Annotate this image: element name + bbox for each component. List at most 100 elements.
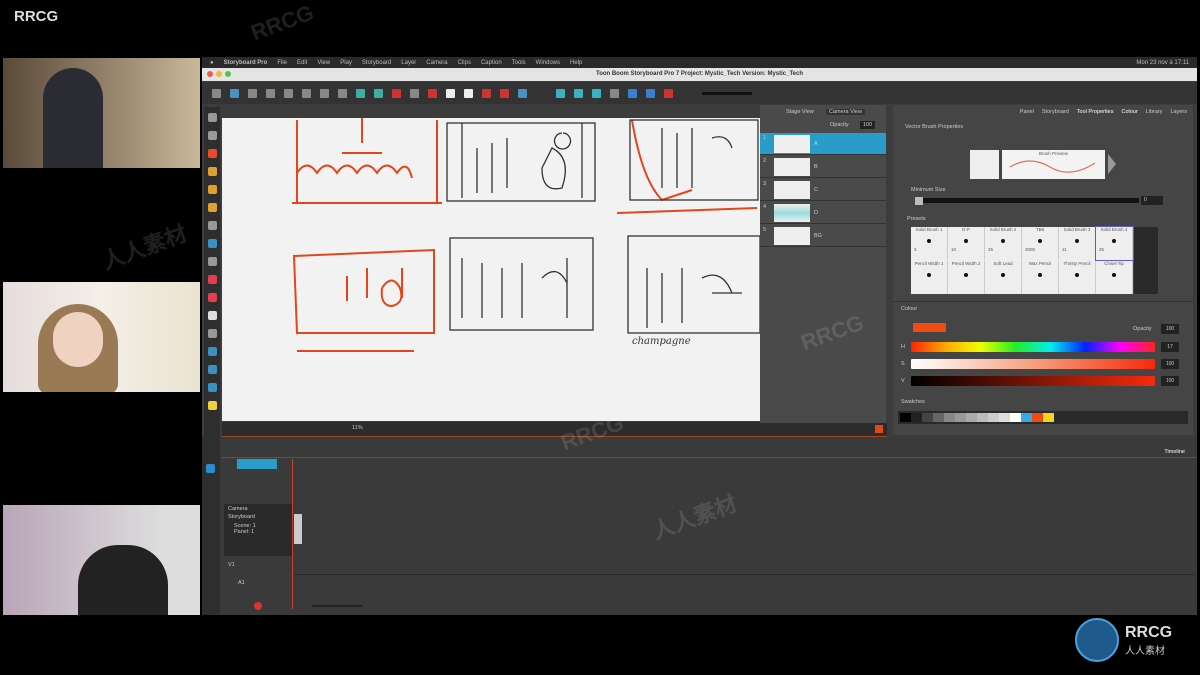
select-icon[interactable] <box>207 113 217 122</box>
camera-icon[interactable] <box>556 88 565 98</box>
pencil-icon[interactable] <box>207 167 217 176</box>
zoom-out-icon[interactable] <box>374 88 383 98</box>
record-icon[interactable] <box>392 88 401 98</box>
text-icon[interactable] <box>207 221 217 230</box>
layer-row[interactable]: 5 BG <box>760 225 886 247</box>
value-field[interactable]: 100 <box>1161 376 1179 386</box>
swatch[interactable] <box>922 413 933 422</box>
storyboard-icon[interactable] <box>206 464 215 473</box>
camera-tool-icon[interactable] <box>207 347 217 356</box>
tab-camera-view[interactable]: Camera View <box>826 109 865 115</box>
layout-icon[interactable] <box>338 88 347 98</box>
menu-help[interactable]: Help <box>570 60 582 66</box>
gear-icon[interactable] <box>410 88 419 98</box>
menu-windows[interactable]: Windows <box>536 60 560 66</box>
layout-icon[interactable] <box>284 88 293 98</box>
close-button[interactable] <box>207 71 213 77</box>
swatch[interactable] <box>988 413 999 422</box>
saturation-field[interactable]: 100 <box>1161 359 1179 369</box>
menu-file[interactable]: File <box>277 60 287 66</box>
swatch[interactable] <box>977 413 988 422</box>
scene-thumbnail[interactable] <box>237 459 277 469</box>
value-slider[interactable] <box>911 376 1155 386</box>
stage-view-canvas[interactable]: champagne <box>222 118 761 421</box>
playhead[interactable] <box>292 459 293 609</box>
layout-icon[interactable] <box>302 88 311 98</box>
preset-2[interactable]: Solid Brush 2 25 <box>985 227 1022 260</box>
panel-icon[interactable] <box>446 88 455 98</box>
dropper-icon[interactable] <box>207 293 217 302</box>
paint-icon[interactable] <box>207 203 217 212</box>
preset-10[interactable]: Thirsty Pencil <box>1059 261 1096 294</box>
transform-icon[interactable] <box>207 365 217 374</box>
shape-icon[interactable] <box>207 239 217 248</box>
swatch[interactable] <box>1032 413 1043 422</box>
menu-play[interactable]: Play <box>340 60 352 66</box>
panel-clip[interactable] <box>294 514 302 544</box>
swatch[interactable] <box>999 413 1010 422</box>
menu-layer[interactable]: Layer <box>401 60 416 66</box>
tab-panel[interactable]: Panel <box>1020 109 1034 115</box>
camera-icon[interactable] <box>574 88 583 98</box>
tab-library[interactable]: Library <box>1146 109 1163 115</box>
layer-row[interactable]: 3C <box>760 179 886 201</box>
menu-tools[interactable]: Tools <box>512 60 526 66</box>
preset-0[interactable]: Solid Brush 13 <box>911 227 948 260</box>
menu-view[interactable]: View <box>317 60 330 66</box>
swatch[interactable] <box>900 413 911 422</box>
swatch[interactable] <box>944 413 955 422</box>
layer-row[interactable]: 4D <box>760 202 886 224</box>
menu-edit[interactable]: Edit <box>297 60 307 66</box>
hand-icon[interactable] <box>207 311 217 320</box>
hue-field[interactable]: 17 <box>1161 342 1179 352</box>
hue-slider[interactable] <box>911 342 1155 352</box>
tab-tool-properties[interactable]: Tool Properties <box>1077 109 1114 115</box>
zoom-level[interactable]: 11% <box>352 425 363 431</box>
menu-app[interactable]: Storyboard Pro <box>224 60 268 66</box>
panel-icon[interactable] <box>464 88 473 98</box>
volume-slider[interactable] <box>702 91 752 95</box>
line-icon[interactable] <box>207 257 217 266</box>
track-camera[interactable]: Camera <box>224 504 292 514</box>
camera-icon[interactable] <box>592 88 601 98</box>
swatch[interactable] <box>955 413 966 422</box>
record-button[interactable] <box>254 602 262 610</box>
preset-9[interactable]: Wax Pencil <box>1022 261 1059 294</box>
contour-icon[interactable] <box>207 131 217 140</box>
preset-6[interactable]: Pencil Width 1 <box>911 261 948 294</box>
menu-clips[interactable]: Clips <box>458 60 471 66</box>
lightbulb-icon[interactable] <box>207 401 217 410</box>
presets-scrollbar[interactable] <box>1134 227 1158 294</box>
min-size-slider[interactable] <box>915 196 1139 205</box>
menu-storyboard[interactable]: Storyboard <box>362 60 391 66</box>
layout-icon[interactable] <box>320 88 329 98</box>
brush-icon[interactable] <box>207 149 217 158</box>
zoom-in-icon[interactable] <box>356 88 365 98</box>
brush-icon[interactable] <box>230 88 239 98</box>
swatch[interactable] <box>911 413 922 422</box>
preset-4[interactable]: Solid Brush 3 11 <box>1059 227 1096 260</box>
play-icon[interactable] <box>628 88 637 98</box>
tab-storyboard[interactable]: Storyboard <box>1042 109 1069 115</box>
sound-icon[interactable] <box>646 88 655 98</box>
saturation-slider[interactable] <box>911 359 1155 369</box>
layout-icon[interactable] <box>266 88 275 98</box>
tab-stage-view[interactable]: Stage View <box>786 109 814 115</box>
swatch[interactable] <box>933 413 944 422</box>
swatch[interactable] <box>966 413 977 422</box>
menu-caption[interactable]: Caption <box>481 60 502 66</box>
gear-icon[interactable] <box>610 88 619 98</box>
render-icon[interactable] <box>664 88 673 98</box>
maximize-button[interactable] <box>225 71 231 77</box>
tool-icon[interactable] <box>428 88 437 98</box>
preset-8[interactable]: Soft Lead <box>985 261 1022 294</box>
eraser-icon[interactable] <box>207 185 217 194</box>
tab-colour[interactable]: Colour <box>1121 109 1137 115</box>
3d-icon[interactable] <box>518 88 527 98</box>
timeline-zoom-slider[interactable] <box>312 605 362 607</box>
swatch[interactable] <box>1010 413 1021 422</box>
swatch[interactable] <box>1043 413 1054 422</box>
preset-3[interactable]: TB6 3000 <box>1022 227 1059 260</box>
fill-icon[interactable] <box>207 275 217 284</box>
track-v1[interactable]: V1 <box>228 562 235 568</box>
